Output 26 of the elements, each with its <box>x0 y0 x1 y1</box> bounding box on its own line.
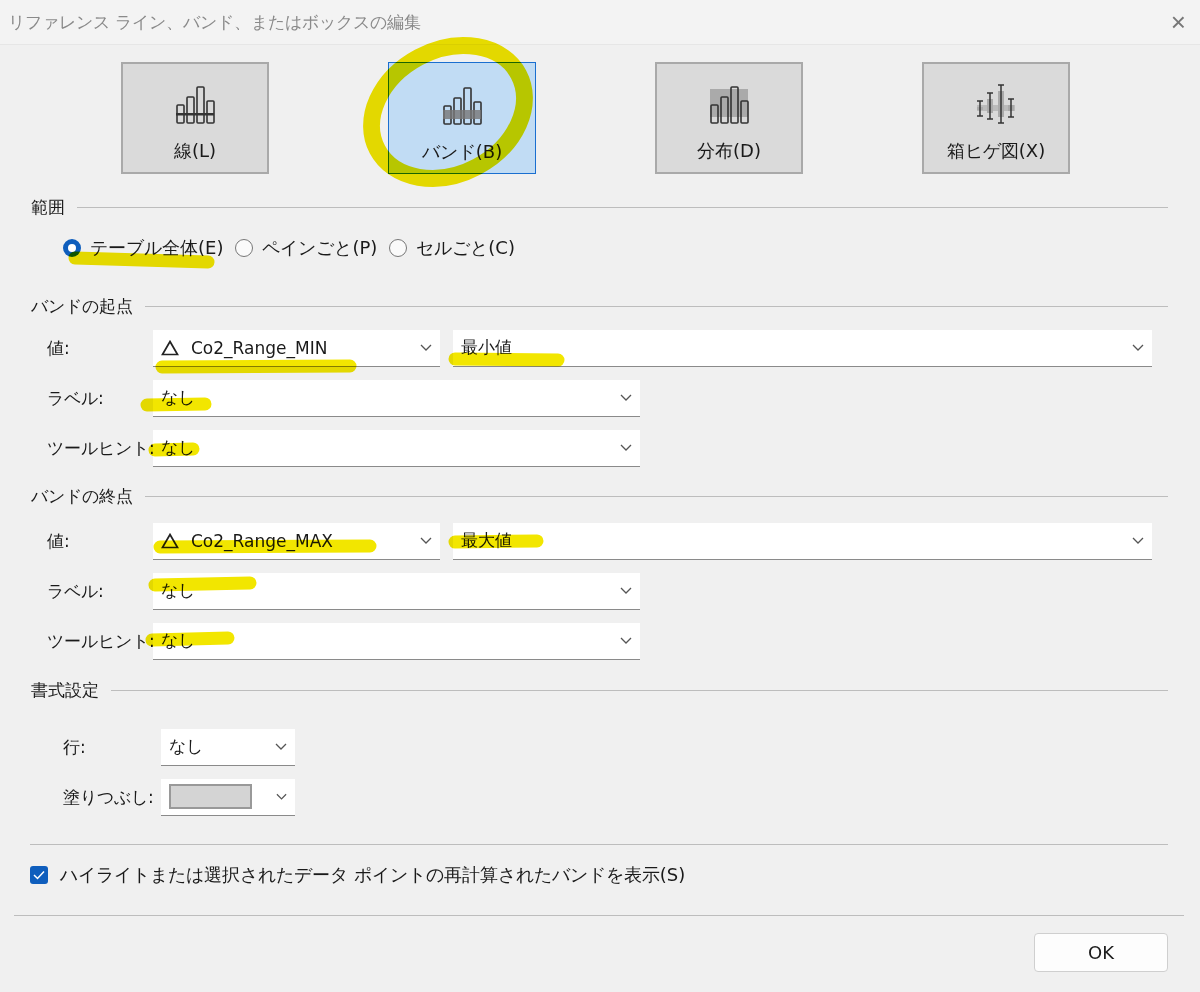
field-label: 塗りつぶし: <box>63 785 155 809</box>
option-dropdown[interactable]: なし <box>153 622 640 660</box>
field-label: ツールヒント: <box>47 629 153 653</box>
type-button[interactable]: 分布(D) <box>655 62 803 174</box>
section-title: 範囲 <box>31 196 65 219</box>
field-label: ツールヒント: <box>47 436 153 460</box>
field-label: 値: <box>47 336 71 360</box>
field-label: ラベル: <box>47 386 105 410</box>
section-title: バンドの終点 <box>31 485 133 508</box>
field-label: ラベル: <box>47 579 105 603</box>
close-button[interactable]: × <box>1166 9 1190 35</box>
field-label: 値: <box>47 529 71 553</box>
line-dropdown[interactable]: なし <box>161 728 295 766</box>
field-label: 行: <box>63 735 87 759</box>
section-title: バンドの起点 <box>31 295 133 318</box>
aggregation-dropdown[interactable]: 最大値 <box>453 522 1152 560</box>
radio-label: セルごと(C) <box>416 236 515 260</box>
radio-label: ペインごと(P) <box>262 236 378 260</box>
window-title: リファレンス ライン、バンド、またはボックスの編集 <box>8 10 422 34</box>
aggregation-dropdown[interactable]: 最小値 <box>453 329 1152 367</box>
option-dropdown[interactable]: なし <box>153 429 640 467</box>
section-title: 書式設定 <box>31 679 99 702</box>
checkbox-label: ハイライトまたは選択されたデータ ポイントの再計算されたバンドを表示(S) <box>60 863 686 887</box>
ok-button[interactable]: OK <box>1034 933 1168 972</box>
type-button[interactable]: 箱ヒゲ図(X) <box>922 62 1070 174</box>
type-button[interactable]: 線(L) <box>121 62 269 174</box>
